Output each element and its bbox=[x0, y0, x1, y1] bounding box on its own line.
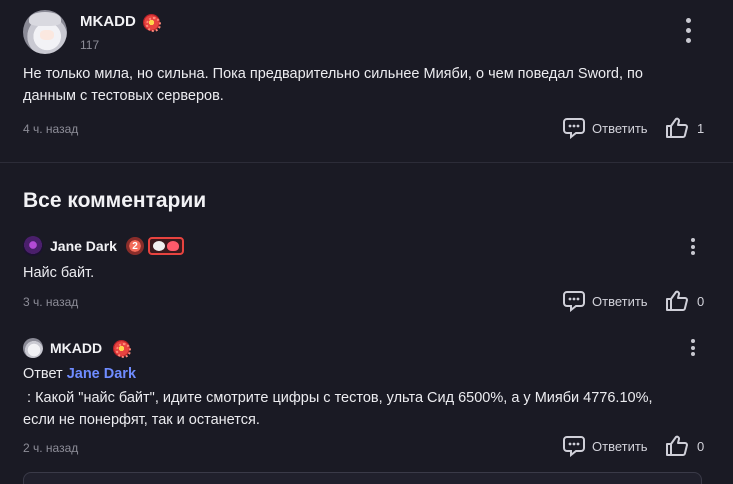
flower-badge-icon bbox=[143, 14, 161, 32]
comment-text-line: : Какой "найс байт", идите смотрите цифр… bbox=[23, 390, 653, 406]
comment-bubble-icon bbox=[563, 436, 585, 457]
more-vertical-icon[interactable] bbox=[688, 339, 698, 356]
reply-mention-link[interactable]: Jane Dark bbox=[67, 366, 136, 382]
comment-timestamp: 3 ч. назад bbox=[23, 295, 79, 309]
reply-label: Ответить bbox=[592, 438, 648, 454]
more-vertical-icon[interactable] bbox=[683, 18, 693, 43]
comment-text-line: Не только мила, но сильна. Пока предвари… bbox=[23, 66, 643, 82]
flower-badge-icon bbox=[113, 340, 131, 358]
more-vertical-icon[interactable] bbox=[688, 238, 698, 255]
like-button[interactable]: 0 bbox=[665, 434, 704, 458]
achievement-badge-icon bbox=[148, 237, 184, 255]
level-badge: 2 bbox=[126, 237, 144, 255]
reply-to-line: Ответ Jane Dark bbox=[23, 366, 136, 382]
comment-text-line: данным с тестовых серверов. bbox=[23, 88, 224, 104]
reply-label: Ответить bbox=[592, 120, 648, 136]
avatar[interactable] bbox=[23, 10, 67, 54]
comment-author[interactable]: MKADD bbox=[80, 13, 136, 30]
like-button[interactable]: 1 bbox=[665, 116, 704, 140]
like-count: 0 bbox=[697, 438, 705, 454]
comment-author[interactable]: MKADD bbox=[50, 340, 102, 356]
comment-author[interactable]: Jane Dark bbox=[50, 238, 117, 254]
comment-text: Найс байт. bbox=[23, 265, 95, 281]
reply-button[interactable]: Ответить bbox=[562, 290, 648, 312]
comment-bubble-icon bbox=[563, 118, 585, 139]
reply-button[interactable]: Ответить bbox=[562, 435, 648, 457]
comment-bubble-icon bbox=[563, 291, 585, 312]
section-title: Все комментарии bbox=[23, 189, 207, 212]
like-count: 1 bbox=[697, 120, 705, 136]
comment-text-line: если не понерфят, так и останется. bbox=[23, 412, 260, 428]
thumbs-up-icon bbox=[666, 435, 688, 456]
comment-input[interactable] bbox=[23, 472, 702, 484]
comment-text: Не только мила, но сильна. Пока предвари… bbox=[23, 63, 643, 107]
top-comment-card: MKADD 117 Не только мила, но сильна. Пок… bbox=[0, 0, 733, 163]
comment-timestamp: 2 ч. назад bbox=[23, 441, 79, 455]
comment-text: : Какой "найс байт", идите смотрите цифр… bbox=[23, 387, 653, 431]
like-count: 0 bbox=[697, 293, 705, 309]
avatar[interactable] bbox=[23, 236, 43, 256]
thumbs-up-icon bbox=[666, 117, 688, 138]
like-button[interactable]: 0 bbox=[665, 289, 704, 313]
avatar[interactable] bbox=[23, 338, 43, 358]
thumbs-up-icon bbox=[666, 290, 688, 311]
reply-prefix: Ответ bbox=[23, 366, 63, 382]
reply-button[interactable]: Ответить bbox=[562, 117, 648, 139]
comment-timestamp: 4 ч. назад bbox=[23, 122, 79, 136]
user-level: 117 bbox=[80, 38, 100, 52]
reply-label: Ответить bbox=[592, 293, 648, 309]
